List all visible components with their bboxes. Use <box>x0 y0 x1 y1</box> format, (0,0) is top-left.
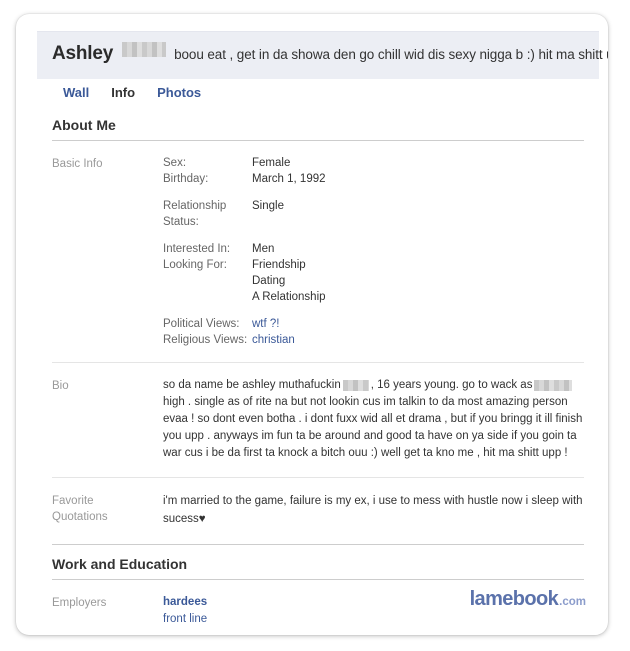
watermark-tld-text: .com <box>559 596 586 608</box>
row-label-favorite-quotations-line-1: Favorite <box>52 495 94 507</box>
bio-text: so da name be ashley muthafuckin , 16 yea… <box>163 377 584 462</box>
field-value-political-views[interactable]: wtf ?! <box>252 316 279 332</box>
row-basic-info: Basic Info Sex: Female Birthday: March 1… <box>37 141 599 362</box>
bio-text-part-1: so da name be ashley muthafuckin <box>163 379 341 391</box>
screenshot-root: Ashley boou eat , get in da showa den go… <box>0 0 630 651</box>
watermark-main-text: lamebook <box>469 588 559 610</box>
tab-wall[interactable]: Wall <box>52 80 100 106</box>
field-value-religious-views[interactable]: christian <box>252 332 295 348</box>
field-group-identity: Sex: Female Birthday: March 1, 1992 <box>163 155 584 187</box>
employer-position[interactable]: front line <box>163 611 584 628</box>
row-label-favorite-quotations: Favorite Quotations <box>52 492 163 528</box>
field-value-interested-in: Men <box>252 243 275 255</box>
field-key-interested-in: Interested In: <box>163 243 231 255</box>
row-bio: Bio so da name be ashley muthafuckin , 16… <box>37 363 599 477</box>
field-interested-in: Interested In: Men <box>163 241 584 257</box>
field-key-looking-for: Looking For: <box>163 259 227 271</box>
profile-card: Ashley boou eat , get in da showa den go… <box>16 14 608 635</box>
row-label-employers: Employers <box>52 597 107 609</box>
tab-photos[interactable]: Photos <box>146 80 212 106</box>
field-value-looking-for: Friendship <box>252 259 306 271</box>
bio-text-part-2: , 16 years young. go to wack as <box>370 379 533 391</box>
field-birthday: Birthday: March 1, 1992 <box>163 171 584 187</box>
section-title-about-me: About Me <box>52 117 116 133</box>
field-religious-views: Religious Views: christian <box>163 332 584 348</box>
redacted-surname-block <box>122 42 167 57</box>
field-group-relationship: Relationship Status: Single <box>163 198 584 230</box>
field-group-views: Political Views: wtf ?! Religious Views:… <box>163 316 584 348</box>
row-body-bio: so da name be ashley muthafuckin , 16 yea… <box>163 377 584 462</box>
field-value-looking-for-extra-2: A Relationship <box>252 291 326 303</box>
row-body-basic-info: Sex: Female Birthday: March 1, 1992 Rela… <box>163 155 584 348</box>
field-key-birthday: Birthday: <box>163 173 209 185</box>
profile-header-bar: Ashley boou eat , get in da showa den go… <box>37 31 608 79</box>
field-group-interests: Interested In: Men Looking For: Friendsh… <box>163 241 584 305</box>
field-looking-for: Looking For: Friendship <box>163 257 584 273</box>
profile-name: Ashley <box>52 43 114 64</box>
section-title-work-and-education: Work and Education <box>52 556 188 572</box>
field-value-looking-for-extra-1: Dating <box>252 275 286 287</box>
row-label-favorite-quotations-line-2: Quotations <box>52 511 108 523</box>
field-key-religious-views: Religious Views: <box>163 334 248 346</box>
field-sex: Sex: Female <box>163 155 584 171</box>
favorite-quotations-text: i'm married to the game, failure is my e… <box>163 495 583 525</box>
redacted-bio-block-2 <box>534 380 573 392</box>
field-political-views: Political Views: wtf ?! <box>163 316 584 332</box>
field-key-political-views: Political Views: <box>163 318 240 330</box>
profile-tabs: Wall Info Photos <box>52 80 212 106</box>
field-key-sex: Sex: <box>163 157 187 169</box>
row-label-basic-info: Basic Info <box>52 158 103 170</box>
lamebook-watermark: lamebook .com <box>470 588 586 611</box>
field-relationship-status: Relationship Status: Single <box>163 198 584 230</box>
profile-status-text: boou eat , get in da showa den go chill … <box>174 47 608 62</box>
field-value-birthday: March 1, 1992 <box>252 173 326 185</box>
field-key-relationship-status: Relationship Status: <box>163 200 227 228</box>
field-value-relationship-status: Single <box>252 200 284 212</box>
row-favorite-quotations: Favorite Quotations i'm married to the g… <box>37 478 599 544</box>
profile-name-line: Ashley boou eat , get in da showa den go… <box>52 42 608 65</box>
tab-info[interactable]: Info <box>100 80 147 106</box>
row-body-favorite-quotations: i'm married to the game, failure is my e… <box>163 492 584 528</box>
info-content: About Me Basic Info Sex: Female Birthday… <box>37 106 599 635</box>
bio-text-part-3: high . single as of rite na but not look… <box>163 396 583 459</box>
redacted-bio-block-1 <box>342 380 369 392</box>
field-value-sex: Female <box>252 157 291 169</box>
row-label-bio: Bio <box>52 380 69 392</box>
